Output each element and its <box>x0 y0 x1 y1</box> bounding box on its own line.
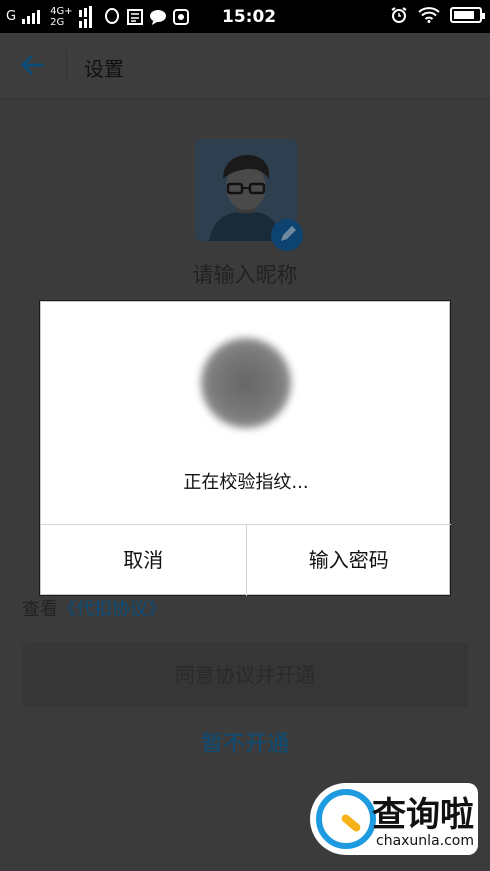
watermark-domain: chaxunla.com <box>376 833 474 849</box>
agreement-line: 查看《代扣协议》 <box>22 595 166 621</box>
watermark-brand: 查询啦 <box>372 795 474 835</box>
back-arrow-icon[interactable] <box>18 51 48 81</box>
message-icon <box>149 9 166 25</box>
fingerprint-dialog: 正在校验指纹... 取消 输入密码 <box>40 301 451 596</box>
alarm-icon <box>391 7 407 23</box>
compass-icon <box>172 8 189 25</box>
edit-pencil-icon[interactable] <box>271 219 303 251</box>
status-bar: G 4G+ 2G 15:02 <box>0 0 490 33</box>
dialog-actions: 取消 输入密码 <box>41 524 451 596</box>
agreement-link[interactable]: 《代扣协议》 <box>58 599 166 620</box>
dialog-message: 正在校验指纹... <box>183 472 309 493</box>
watermark-logo-icon <box>316 789 376 849</box>
wifi-icon <box>418 7 440 23</box>
qq-icon <box>104 7 119 24</box>
page-title: 设置 <box>84 57 124 81</box>
nickname-placeholder[interactable]: 请输入昵称 <box>0 259 490 289</box>
carrier-label: G <box>6 9 17 24</box>
status-left: G 4G+ 2G <box>6 0 189 33</box>
battery-icon <box>450 7 485 23</box>
clock: 15:02 <box>222 7 277 27</box>
agreement-prefix: 查看 <box>22 599 58 620</box>
app-notification-icon <box>126 8 143 25</box>
not-now-link[interactable]: 暂不开通 <box>0 726 490 758</box>
enter-password-button[interactable]: 输入密码 <box>245 525 452 596</box>
watermark: 查询啦 chaxunla.com <box>310 783 478 855</box>
signal-icon-2 <box>78 5 92 28</box>
fingerprint-icon <box>201 338 291 428</box>
header-divider <box>66 49 67 83</box>
network-type-top: 4G+ <box>50 5 73 17</box>
network-type-bottom: 2G <box>50 16 65 28</box>
app-header: 设置 <box>0 33 490 99</box>
cancel-button[interactable]: 取消 <box>41 525 246 596</box>
status-right <box>390 6 485 24</box>
agree-and-enable-button[interactable]: 同意协议并开通 <box>22 643 468 707</box>
signal-icon <box>22 9 41 24</box>
network-type: 4G+ 2G <box>50 6 73 28</box>
